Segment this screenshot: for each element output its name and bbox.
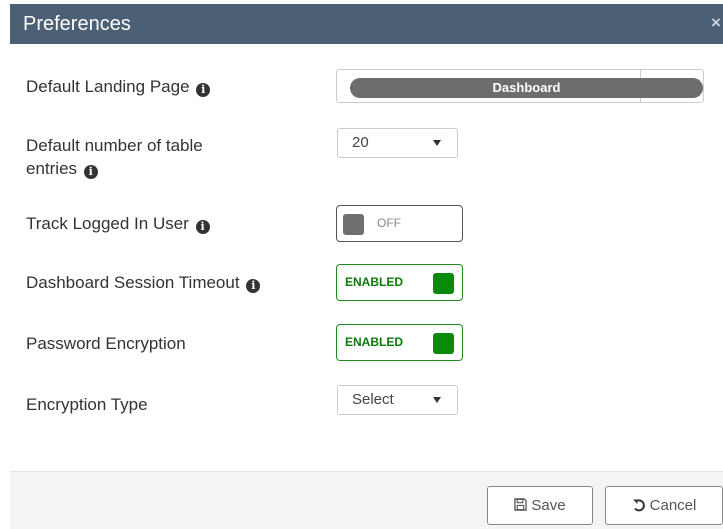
dialog-header: Preferences ×: [10, 4, 723, 44]
toggle-knob: [433, 333, 454, 354]
chevron-down-icon: [433, 397, 441, 403]
session-timeout-label-text: Dashboard Session Timeout: [26, 273, 240, 292]
toggle-state-text: ENABLED: [345, 275, 404, 289]
table-entries-label-line2: entries: [26, 159, 78, 178]
table-entries-value: 20: [352, 134, 369, 151]
info-icon[interactable]: i: [196, 83, 211, 97]
encryption-type-label: Encryption Type: [26, 393, 148, 416]
landing-page-chip: Dashboard: [350, 78, 703, 98]
preferences-dialog: Preferences × Default Landing Page i Das…: [0, 0, 723, 529]
dialog-title: Preferences: [23, 13, 131, 35]
undo-icon: [632, 499, 645, 512]
cancel-button[interactable]: Cancel: [605, 486, 723, 525]
info-icon[interactable]: i: [83, 165, 98, 179]
landing-page-select[interactable]: Dashboard: [336, 69, 704, 103]
password-encryption-label-text: Password Encryption: [26, 334, 186, 353]
landing-page-label: Default Landing Page i: [26, 75, 211, 98]
toggle-knob: [433, 273, 454, 294]
floppy-disk-icon: [514, 498, 528, 511]
session-timeout-label: Dashboard Session Timeout i: [26, 271, 261, 294]
encryption-type-label-text: Encryption Type: [26, 395, 148, 414]
chevron-down-icon: [433, 140, 441, 146]
table-entries-label-line1: Default number of table: [26, 136, 203, 155]
session-timeout-toggle[interactable]: ENABLED: [336, 264, 463, 301]
save-button[interactable]: Save: [487, 486, 593, 525]
encryption-type-select[interactable]: Select: [337, 385, 458, 415]
cancel-button-label: Cancel: [649, 497, 697, 514]
toggle-state-text: OFF: [377, 216, 401, 230]
save-button-label: Save: [531, 497, 566, 514]
table-entries-label: Default number of table entries i: [26, 134, 203, 180]
password-encryption-label: Password Encryption: [26, 332, 186, 355]
toggle-knob: [343, 214, 364, 235]
password-encryption-toggle[interactable]: ENABLED: [336, 324, 463, 361]
toggle-state-text: ENABLED: [345, 335, 404, 349]
close-icon[interactable]: ×: [711, 11, 723, 35]
track-user-toggle[interactable]: OFF: [336, 205, 463, 242]
track-user-label: Track Logged In User i: [26, 212, 210, 235]
info-icon[interactable]: i: [246, 279, 261, 293]
encryption-type-value: Select: [352, 391, 394, 408]
info-icon[interactable]: i: [195, 220, 210, 234]
track-user-label-text: Track Logged In User: [26, 214, 189, 233]
landing-page-label-text: Default Landing Page: [26, 77, 190, 96]
table-entries-select[interactable]: 20: [337, 128, 458, 158]
